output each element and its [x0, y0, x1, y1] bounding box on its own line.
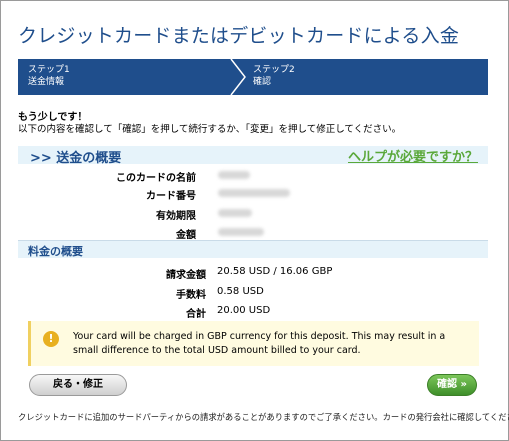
amount-label: 金額	[176, 230, 196, 241]
step-chevron-icon	[230, 59, 246, 95]
step-1-label: 送金情報	[28, 77, 65, 87]
step-1: ステップ1 送金情報	[28, 64, 70, 88]
fee-label: 手数料	[176, 290, 206, 301]
card-number-label: カード番号	[146, 191, 196, 202]
card-name-label: このカードの名前	[116, 173, 196, 184]
back-edit-button[interactable]: 戻る・修正	[29, 374, 127, 396]
currency-notice-text: Your card will be charged in GBP currenc…	[73, 331, 446, 356]
fees-header: 料金の概要	[18, 241, 488, 258]
card-name-value-redacted	[218, 171, 250, 179]
total-label: 合計	[186, 309, 206, 320]
page-title: クレジットカードまたはデビットカードによる入金	[18, 25, 460, 47]
card-number-value-redacted	[218, 189, 290, 197]
step-progress-bar: ステップ1 送金情報 ステップ2 確認	[18, 59, 488, 95]
help-link[interactable]: ヘルプが必要ですか？	[348, 146, 478, 165]
expiry-value-redacted	[218, 209, 252, 217]
charge-amount-value: 20.58 USD / 16.06 GBP	[217, 266, 333, 277]
charge-amount-label: 請求金額	[166, 270, 206, 281]
intro-text: 以下の内容を確認して「確認」を押して続行するか、「変更」を押して修正してください…	[18, 124, 402, 135]
summary-header: >> 送金の概要 ヘルプが必要ですか？	[18, 146, 488, 166]
fee-value: 0.58 USD	[217, 286, 264, 297]
amount-value-redacted	[218, 228, 264, 236]
expiry-label: 有効期限	[156, 211, 196, 222]
info-icon: !	[43, 331, 59, 347]
currency-notice: ! Your card will be charged in GBP curre…	[28, 321, 479, 366]
step-2-number: ステップ2	[253, 65, 295, 75]
summary-title: >> 送金の概要	[30, 151, 122, 166]
confirm-button[interactable]: 確認 »	[427, 374, 477, 396]
step-2-label: 確認	[253, 77, 272, 87]
step-2: ステップ2 確認	[253, 64, 295, 88]
footer-disclaimer: クレジットカードに追加のサードパーティからの請求があることがありますのでご了承く…	[18, 412, 509, 422]
step-1-number: ステップ1	[28, 65, 70, 75]
fees-title: 料金の概要	[28, 245, 83, 258]
total-value: 20.00 USD	[217, 305, 271, 316]
